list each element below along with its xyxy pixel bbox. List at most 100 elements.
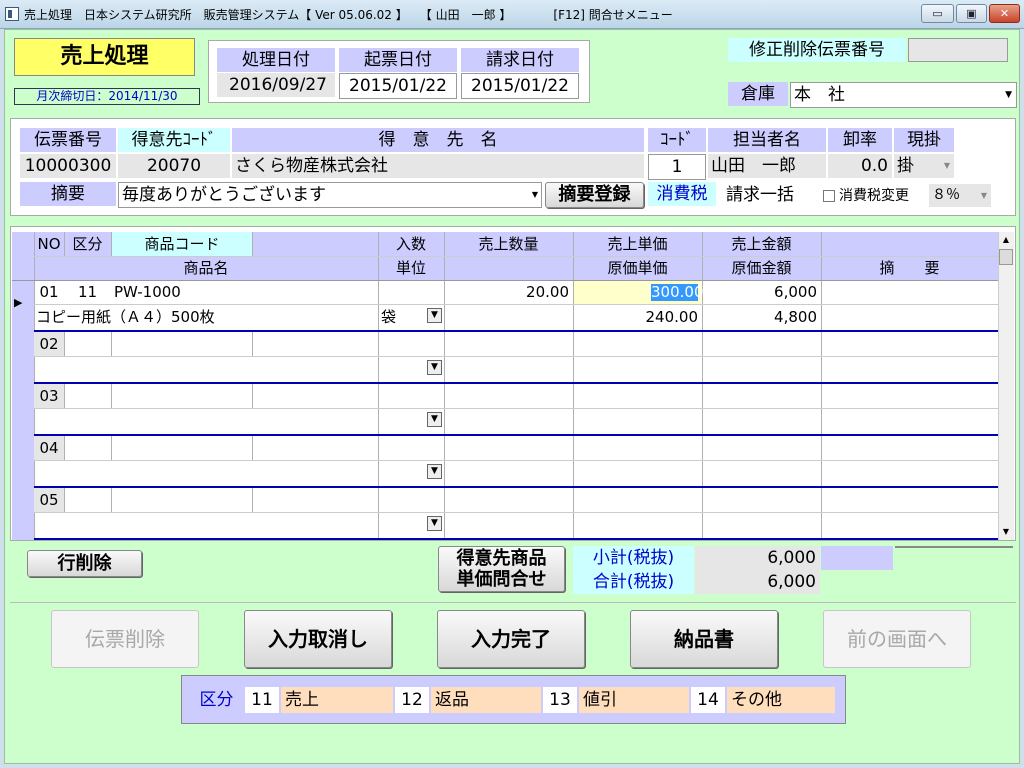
grid-line: [821, 232, 822, 540]
grid-header-product-name: 商品名: [183, 259, 229, 277]
rate-field[interactable]: 0.0: [828, 154, 892, 178]
row-product-code[interactable]: PW-1000: [114, 280, 250, 304]
memo-label: 摘要: [20, 182, 116, 206]
maximize-icon[interactable]: ▣: [956, 4, 987, 23]
tax-rate-select[interactable]: ８％ ▼: [929, 184, 991, 207]
app-icon: [5, 7, 19, 21]
customer-name-field: さくら物産株式会社: [232, 154, 644, 178]
legend-name: その他: [727, 687, 835, 713]
memo-select[interactable]: 毎度ありがとうございます ▼: [118, 182, 542, 208]
scroll-thumb[interactable]: [999, 249, 1013, 265]
row-separator: [34, 382, 998, 384]
grid-header-unit-price: 売上単価: [607, 235, 668, 253]
title-bar: 売上処理 日本システム研究所 販売管理システム【 Ver 05.06.02 】 …: [0, 0, 1024, 29]
chevron-down-icon[interactable]: ▼: [944, 154, 950, 178]
warehouse-select[interactable]: 本 社 ▼: [790, 82, 1017, 108]
grid-header-no: NO: [37, 235, 61, 253]
current-row-arrow-icon: ▶: [14, 296, 23, 309]
billing-date-field[interactable]: 2015/01/22: [461, 73, 579, 99]
tax-change-checkbox[interactable]: [823, 190, 835, 202]
row-cost-amount: 4,800: [774, 308, 817, 326]
grid-line: [111, 384, 112, 408]
customer-code-field[interactable]: 20070: [118, 154, 230, 178]
close-icon[interactable]: ✕: [989, 4, 1020, 23]
row-product-name[interactable]: コピー用紙（Ａ４）500枚: [36, 305, 376, 329]
unit-dropdown-icon[interactable]: ▼: [427, 308, 442, 323]
delivery-note-button[interactable]: 納品書: [630, 610, 778, 668]
processing-date-label: 処理日付: [217, 48, 335, 72]
grid-line: [252, 436, 253, 460]
grid-line: [252, 488, 253, 512]
grid-header-unit: 単位: [395, 259, 426, 277]
subtotal-label: 小計(税抜): [573, 546, 694, 570]
staff-field: 山田 一郎: [708, 154, 826, 178]
minimize-icon[interactable]: ▭: [921, 4, 954, 23]
grid-line: [34, 460, 998, 461]
grid-line: [378, 232, 379, 540]
delete-slip-button[interactable]: 伝票削除: [51, 610, 199, 668]
row-no: 02: [39, 335, 59, 353]
grid-line: [111, 332, 112, 356]
row-kubun[interactable]: 11: [64, 280, 111, 304]
grid-line: [64, 384, 65, 408]
grid-line: [702, 232, 703, 540]
tax-mode-text: 請求一括: [726, 185, 794, 205]
legend-name: 値引: [579, 687, 689, 713]
grid-line: [64, 232, 65, 256]
slip-no-label: 伝票番号: [20, 128, 116, 152]
grid-line: [111, 232, 112, 256]
grid-line: [34, 512, 998, 513]
legend-code: 14: [691, 687, 725, 713]
grid-line: [252, 332, 253, 356]
unit-dropdown-icon[interactable]: ▼: [427, 360, 442, 375]
row-no: 01: [39, 283, 59, 301]
scroll-down-icon[interactable]: ▼: [999, 525, 1013, 539]
customer-price-inquiry-button[interactable]: 得意先商品 単価問合せ: [438, 546, 565, 592]
cash-credit-select[interactable]: 掛 ▼: [894, 154, 954, 178]
legend-code: 11: [245, 687, 279, 713]
vertical-scrollbar[interactable]: [998, 232, 1014, 540]
staff-label: 担当者名: [708, 128, 826, 152]
chevron-down-icon[interactable]: ▼: [532, 183, 538, 207]
processing-date-field: 2016/09/27: [217, 73, 335, 97]
subtotal-value: 6,000: [695, 546, 820, 570]
grid-header-qty-per: 入数: [395, 235, 426, 253]
chevron-down-icon[interactable]: ▼: [981, 184, 987, 207]
cancel-input-button[interactable]: 入力取消し: [244, 610, 392, 668]
memo-register-button[interactable]: 摘要登録: [545, 182, 644, 208]
row-qty[interactable]: 20.00: [444, 280, 573, 304]
complete-input-button[interactable]: 入力完了: [437, 610, 585, 668]
grid-line: [111, 436, 112, 460]
grid-header-qty: 売上数量: [478, 235, 539, 253]
legend-code: 12: [395, 687, 429, 713]
total-label: 合計(税抜): [573, 570, 694, 594]
legend-code: 13: [543, 687, 577, 713]
grid-line: [252, 384, 253, 408]
tax-change-label: 消費税変更: [839, 188, 909, 204]
grid-line: [34, 356, 998, 357]
grid-header-cost-amount: 原価金額: [731, 259, 792, 277]
grid-header-product-code: 商品コード: [144, 235, 220, 253]
edit-delete-slip-field[interactable]: [908, 38, 1008, 62]
edit-delete-slip-label: 修正削除伝票番号: [728, 38, 906, 62]
unit-dropdown-icon[interactable]: ▼: [427, 464, 442, 479]
row-cost-price[interactable]: 240.00: [573, 305, 702, 329]
page-title: 売上処理: [14, 38, 195, 76]
row-unit-price[interactable]: 300.00: [651, 284, 704, 301]
code-field[interactable]: 1: [648, 154, 706, 180]
section-divider: [10, 598, 1016, 603]
row-separator: [34, 486, 998, 488]
unit-dropdown-icon[interactable]: ▼: [427, 516, 442, 531]
row-unit[interactable]: 袋: [381, 305, 421, 329]
row-no: 05: [39, 491, 59, 509]
delete-row-button[interactable]: 行削除: [27, 550, 142, 577]
row-no: 03: [39, 387, 59, 405]
slip-date-field[interactable]: 2015/01/22: [339, 73, 457, 99]
scroll-up-icon[interactable]: ▲: [999, 233, 1013, 247]
grid-line: [573, 232, 574, 540]
unit-dropdown-icon[interactable]: ▼: [427, 412, 442, 427]
prev-screen-button[interactable]: 前の画面へ: [823, 610, 971, 668]
row-separator: [34, 538, 998, 540]
chevron-down-icon[interactable]: ▼: [1005, 83, 1012, 107]
summary-extra-label: [821, 546, 893, 570]
